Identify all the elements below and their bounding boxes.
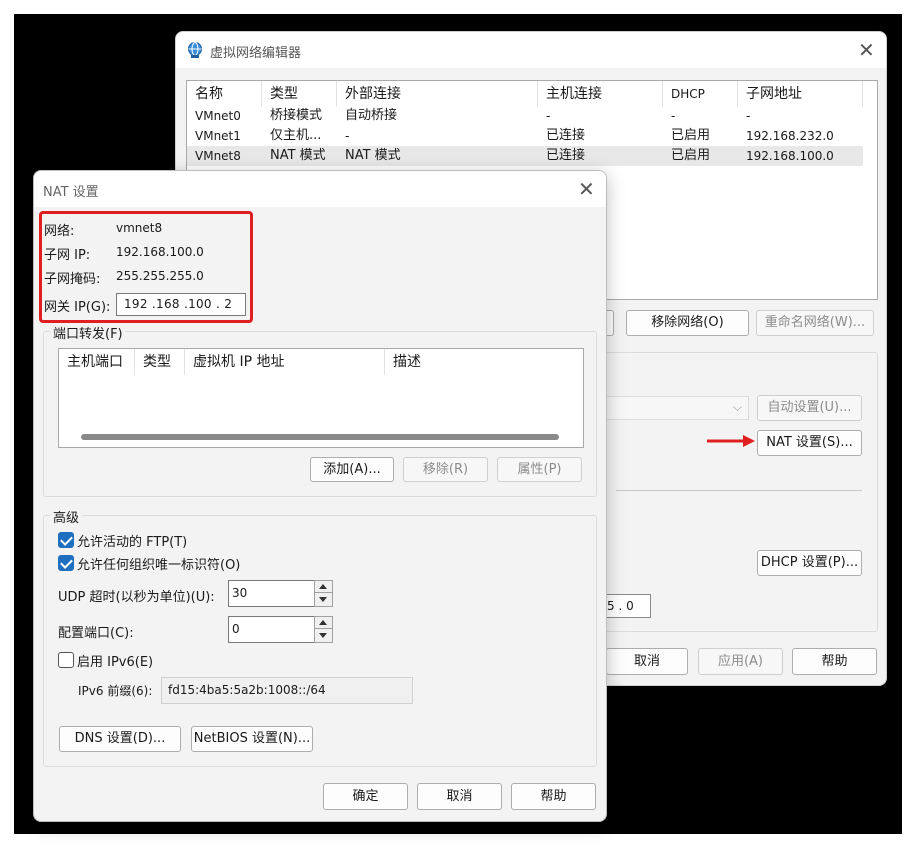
row-cell: 已启用	[671, 148, 711, 163]
config-port-stepper[interactable]	[314, 616, 333, 643]
vne-title: 虚拟网络编辑器	[210, 46, 302, 61]
vne-close-button[interactable]: ✕	[858, 40, 875, 60]
help-button[interactable]: 帮助	[511, 783, 596, 810]
table-row[interactable]: VMnet0 桥接模式 自动桥接 - - -	[187, 106, 863, 126]
nat-title: NAT 设置	[43, 185, 99, 200]
vne-titlebar: 虚拟网络编辑器 ✕	[176, 32, 886, 68]
row-cell: VMnet0	[195, 109, 241, 123]
network-table-header: 名称 类型 外部连接 主机连接 DHCP 子网地址	[187, 81, 877, 107]
col-desc-header[interactable]: 描述	[385, 349, 583, 375]
row-cell: 仅主机...	[270, 128, 322, 143]
netbios-settings-button[interactable]: NetBIOS 设置(N)...	[191, 726, 313, 752]
row-cell: 192.168.100.0	[746, 149, 834, 163]
config-port-input[interactable]: 0	[228, 616, 315, 643]
dns-settings-button[interactable]: DNS 设置(D)...	[59, 726, 181, 752]
col-external-header[interactable]: 外部连接	[337, 81, 538, 107]
allow-ftp-label: 允许活动的 FTP(T)	[77, 535, 188, 550]
col-name-header[interactable]: 名称	[187, 81, 262, 107]
network-label: 网络:	[44, 224, 75, 239]
subnet-ip-label: 子网 IP:	[44, 248, 91, 263]
remove-port-forward-button[interactable]: 移除(R)	[403, 457, 488, 482]
subnet-mask-value: 255.255.255.0	[116, 269, 204, 283]
chevron-down-icon: ⌵	[732, 400, 742, 414]
vne-help-button[interactable]: 帮助	[792, 648, 877, 675]
enable-ipv6-checkbox[interactable]	[58, 652, 74, 668]
row-cell: NAT 模式	[270, 148, 326, 163]
table-row-selected[interactable]: VMnet8 NAT 模式 NAT 模式 已连接 已启用 192.168.100…	[187, 146, 863, 166]
vne-apply-button[interactable]: 应用(A)	[698, 648, 783, 675]
row-cell: 已连接	[546, 148, 586, 163]
nat-settings-button[interactable]: NAT 设置(S)...	[757, 430, 862, 456]
bridge-to-combo[interactable]: ⌵	[606, 396, 749, 420]
horizontal-scrollbar[interactable]	[81, 434, 559, 440]
col-subnet-header[interactable]: 子网地址	[738, 81, 863, 107]
col-host-header[interactable]: 主机连接	[538, 81, 663, 107]
subnet-ip-value: 192.168.100.0	[116, 245, 204, 259]
row-cell: NAT 模式	[345, 148, 401, 163]
separator	[616, 490, 862, 491]
row-cell: -	[746, 109, 751, 123]
row-cell: -	[345, 129, 350, 143]
ipv6-prefix-input[interactable]: fd15:4ba5:5a2b:1008::/64	[161, 677, 413, 704]
allow-ftp-checkbox[interactable]	[58, 532, 74, 548]
row-cell: 已连接	[546, 128, 586, 143]
row-cell: VMnet1	[195, 129, 241, 143]
table-row[interactable]: VMnet1 仅主机... - 已连接 已启用 192.168.232.0	[187, 126, 863, 146]
network-globe-icon	[188, 42, 202, 58]
port-forward-table[interactable]: 主机端口 类型 虚拟机 IP 地址 描述	[58, 348, 584, 448]
remove-network-button[interactable]: 移除网络(O)	[626, 310, 749, 336]
subnet-mask-label: 子网掩码:	[44, 272, 101, 287]
row-cell: VMnet8	[195, 149, 241, 163]
nat-settings-dialog: NAT 设置 ✕ 网络: vmnet8 子网 IP: 192.168.100.0…	[33, 170, 607, 822]
ipv6-prefix-label: IPv6 前缀(6):	[78, 684, 153, 698]
port-forward-label: 端口转发(F)	[50, 323, 126, 342]
udp-timeout-input[interactable]: 30	[228, 580, 315, 607]
spin-up-icon[interactable]	[315, 617, 332, 629]
add-port-forward-button[interactable]: 添加(A)...	[310, 457, 394, 482]
row-cell: 桥接模式	[270, 108, 323, 123]
vne-cancel-button[interactable]: 取消	[606, 648, 688, 675]
spin-down-icon[interactable]	[315, 630, 332, 642]
spin-down-icon[interactable]	[315, 594, 332, 606]
allow-uid-label: 允许任何组织唯一标识符(O)	[77, 558, 241, 573]
nat-close-button[interactable]: ✕	[578, 179, 595, 199]
row-cell: -	[546, 109, 551, 123]
row-cell: 已启用	[671, 128, 711, 143]
dhcp-settings-button[interactable]: DHCP 设置(P)...	[757, 550, 862, 576]
gateway-label: 网关 IP(G):	[44, 300, 111, 315]
ok-button[interactable]: 确定	[323, 783, 408, 810]
col-dhcp-header[interactable]: DHCP	[663, 81, 738, 107]
udp-timeout-stepper[interactable]	[314, 580, 333, 607]
advanced-label: 高级	[50, 507, 83, 526]
nat-titlebar: NAT 设置 ✕	[34, 171, 606, 207]
spin-up-icon[interactable]	[315, 581, 332, 593]
network-value: vmnet8	[116, 221, 163, 235]
col-type-header[interactable]: 类型	[262, 81, 337, 107]
col-host-port-header[interactable]: 主机端口	[59, 349, 135, 375]
col-vm-ip-header[interactable]: 虚拟机 IP 地址	[185, 349, 385, 375]
row-cell: 192.168.232.0	[746, 129, 834, 143]
subnet-mask-input-partial[interactable]: 5 . 0	[604, 594, 651, 618]
config-port-label: 配置端口(C):	[58, 626, 134, 641]
cancel-button[interactable]: 取消	[417, 783, 502, 810]
col-type-header[interactable]: 类型	[135, 349, 185, 375]
udp-timeout-label: UDP 超时(以秒为单位)(U):	[58, 590, 215, 605]
row-cell: 自动桥接	[345, 108, 398, 123]
gateway-ip-input[interactable]: 192 .168 .100 . 2	[116, 293, 246, 316]
row-cell: -	[671, 109, 676, 123]
auto-settings-button[interactable]: 自动设置(U)...	[757, 395, 862, 421]
allow-uid-checkbox[interactable]	[58, 555, 74, 571]
port-forward-properties-button[interactable]: 属性(P)	[497, 457, 582, 482]
rename-network-button[interactable]: 重命名网络(W)...	[756, 310, 874, 336]
red-arrow-annotation-icon	[707, 435, 755, 447]
enable-ipv6-label: 启用 IPv6(E)	[77, 655, 154, 670]
